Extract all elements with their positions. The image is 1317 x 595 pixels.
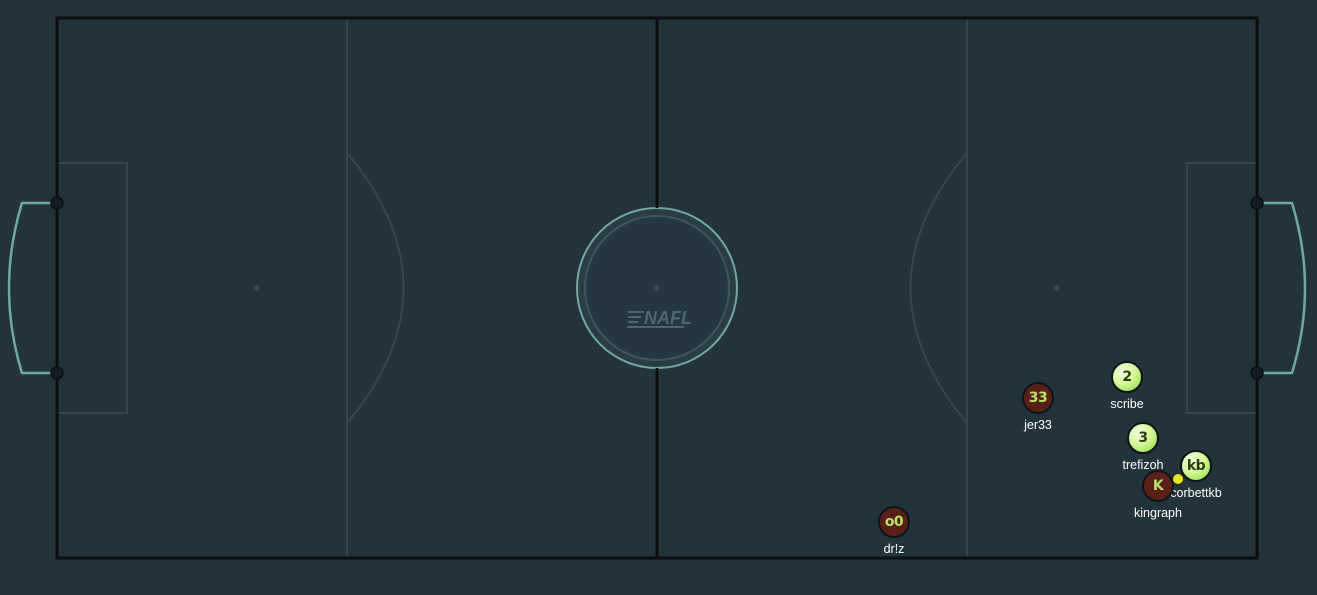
center-spot: [654, 285, 660, 291]
game-stage: NAFL 33 jer33 2 scribe 3 trefizoh kb cor…: [0, 0, 1317, 595]
right-penalty-spot: [1054, 285, 1060, 291]
ball: [1172, 473, 1184, 485]
player-scribe: 2 scribe: [1087, 361, 1167, 417]
league-logo-text: NAFL: [644, 308, 692, 328]
player-avatar: 2: [1111, 361, 1143, 393]
player-avatar: K: [1142, 470, 1174, 502]
left-penalty-spot: [254, 285, 260, 291]
player-jer33: 33 jer33: [998, 382, 1078, 438]
left-goal-post-bottom: [50, 366, 64, 380]
player-drlz: o0 dr!z: [854, 506, 934, 562]
player-nickname: scribe: [1110, 397, 1144, 411]
player-nickname: jer33: [1024, 418, 1052, 432]
player-avatar: o0: [878, 506, 910, 538]
player-nickname: dr!z: [883, 542, 905, 556]
left-goal: [7, 201, 57, 375]
player-nickname: kingraph: [1134, 506, 1182, 520]
left-goal-post-top: [50, 196, 64, 210]
right-goal-post-top: [1250, 196, 1264, 210]
player-avatar: 3: [1127, 422, 1159, 454]
player-kingraph: K kingraph: [1118, 470, 1198, 526]
right-goal-post-bottom: [1250, 366, 1264, 380]
player-avatar: 33: [1022, 382, 1054, 414]
right-goal: [1257, 201, 1307, 375]
